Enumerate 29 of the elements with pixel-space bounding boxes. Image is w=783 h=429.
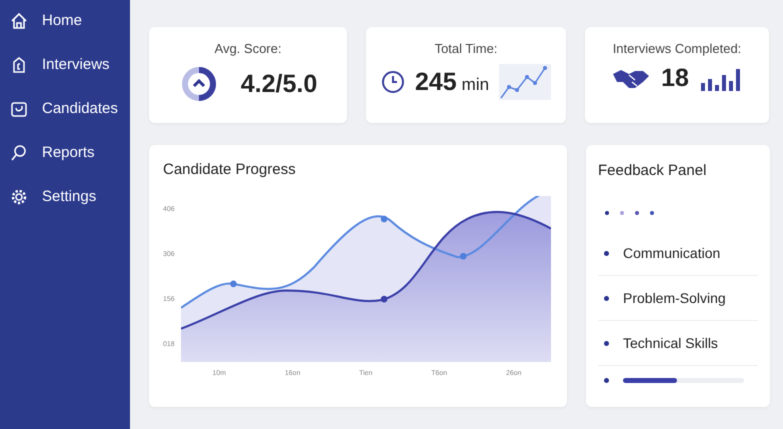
bullet-icon xyxy=(604,340,609,346)
clock-icon xyxy=(380,70,405,94)
stat-label: Interviews Completed: xyxy=(612,41,742,56)
stat-value: 18 xyxy=(661,64,689,93)
nav-item[interactable]: Home xyxy=(0,9,130,32)
stat-label: Avg. Score: xyxy=(214,41,282,56)
stat-unit: min xyxy=(462,75,490,95)
settings-icon xyxy=(10,188,28,206)
checkbox-icon xyxy=(10,100,28,118)
sparkline-drawing xyxy=(499,64,552,100)
nav-item[interactable]: Interviews xyxy=(0,53,130,76)
nav-item[interactable]: Settings xyxy=(0,185,130,208)
stat-value: 245 xyxy=(414,68,457,96)
nav-item[interactable]: Candidates xyxy=(0,97,130,120)
feedback-item: Technical Skills xyxy=(623,335,718,351)
stat-value: 4.2/5.0 xyxy=(240,70,318,98)
feedback-item: Communication xyxy=(623,245,720,261)
feedback-item: Problem-Solving xyxy=(623,290,726,306)
bar-chart-icon xyxy=(700,66,741,90)
search-icon xyxy=(10,144,28,162)
bullet-icon xyxy=(604,378,609,383)
handshake-icon xyxy=(613,68,650,90)
home-icon xyxy=(10,12,28,30)
panel-title: Feedback Panel xyxy=(598,162,708,179)
nav-item[interactable]: Reports xyxy=(0,141,130,164)
bullet-icon xyxy=(604,296,609,300)
bullet-icon xyxy=(604,250,609,256)
chart-title: Candidate Progress xyxy=(163,161,297,178)
stat-label: Total Time: xyxy=(434,41,498,56)
